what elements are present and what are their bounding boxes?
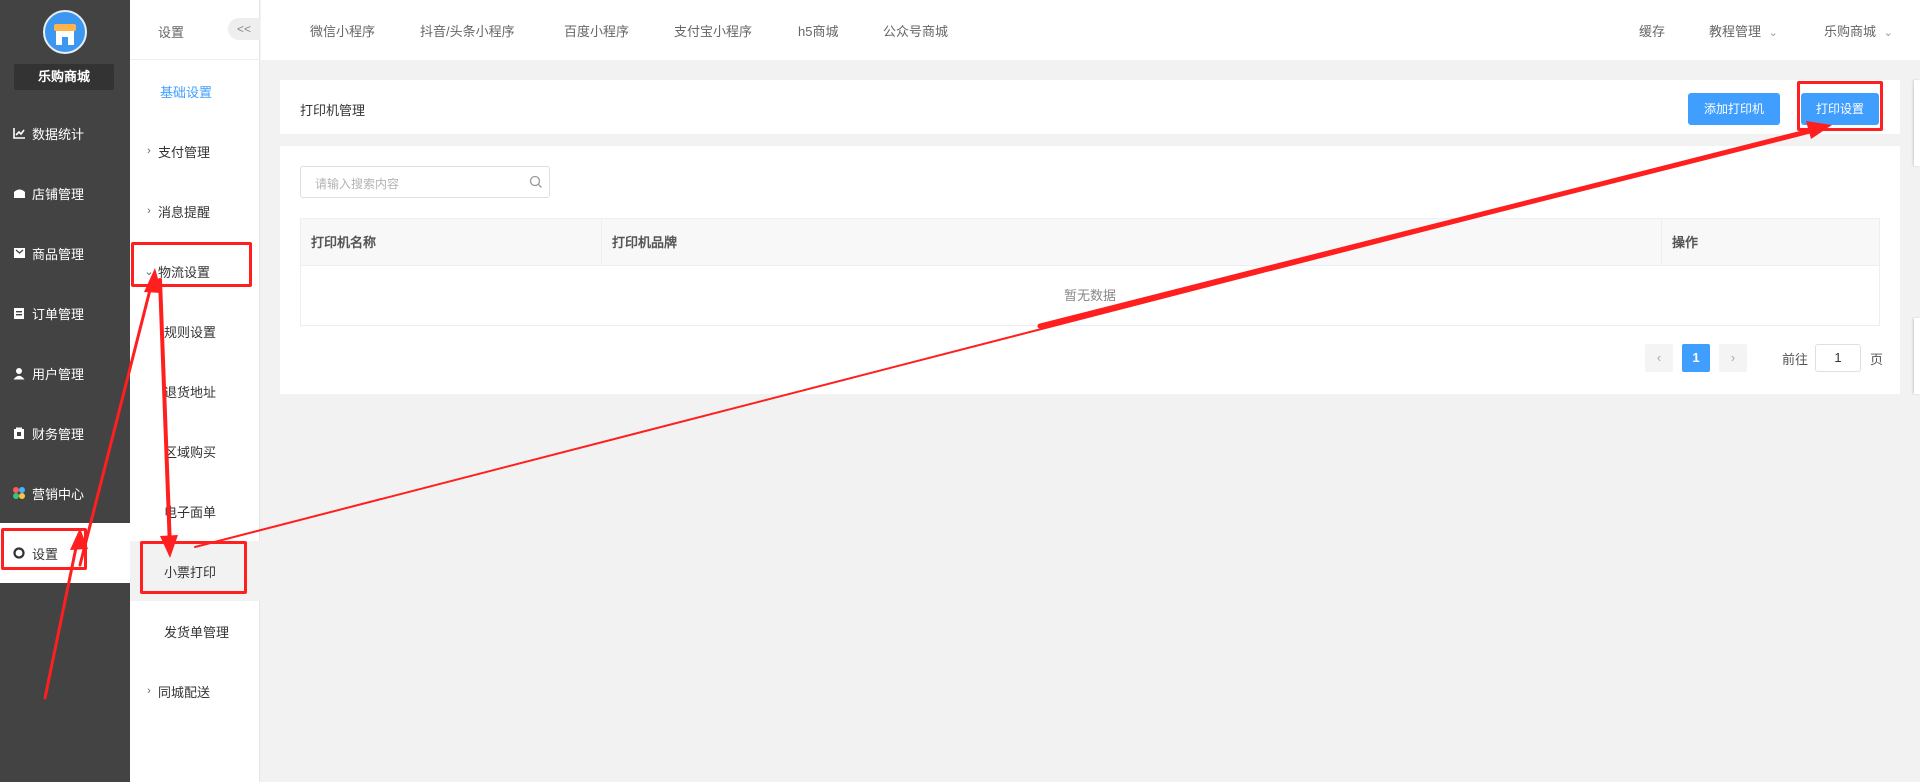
chevron-down-icon: ⌄ xyxy=(1768,27,1778,39)
nav-item-orders[interactable]: 订单管理 xyxy=(0,283,130,343)
submenu-item-label: 区域购买 xyxy=(164,444,217,460)
tab-baidu-miniprogram[interactable]: 百度小程序 xyxy=(564,21,629,40)
nav-item-label: 财务管理 xyxy=(32,426,85,442)
printer-list-panel: 请输入搜索内容 打印机名称 打印机品牌 操作 暂无数据 ‹ 1 › 前往 1 页 xyxy=(280,146,1900,394)
annotation-box-print-settings xyxy=(1797,81,1883,131)
goods-icon xyxy=(12,246,26,260)
finance-icon xyxy=(12,426,26,440)
user-icon xyxy=(12,366,26,380)
logo-area: 乐购商城 xyxy=(0,0,130,100)
shop-name[interactable]: 乐购商城 xyxy=(14,64,114,90)
add-printer-button[interactable]: 添加打印机 xyxy=(1688,93,1780,125)
store-icon xyxy=(12,186,26,200)
tab-official-account-mall[interactable]: 公众号商城 xyxy=(883,21,948,40)
nav-item-label: 订单管理 xyxy=(32,306,85,322)
right-edge-tab[interactable] xyxy=(1914,80,1920,166)
nav-item-data-stats[interactable]: 数据统计 xyxy=(0,103,130,163)
submenu-item-return-address[interactable]: 退货地址 xyxy=(130,361,260,421)
shop-menu-label: 乐购商城 xyxy=(1824,24,1877,39)
submenu-item-label: 发货单管理 xyxy=(164,624,230,640)
top-bar: 微信小程序 抖音/头条小程序 百度小程序 支付宝小程序 h5商城 公众号商城 缓… xyxy=(261,0,1920,60)
column-printer-name: 打印机名称 xyxy=(311,235,377,250)
tutorial-menu[interactable]: 教程管理 ⌄ xyxy=(1709,21,1778,40)
nav-item-finance[interactable]: 财务管理 xyxy=(0,403,130,463)
submenu-header: 设置 << xyxy=(130,0,260,60)
cache-link[interactable]: 缓存 xyxy=(1639,21,1665,40)
collapse-button[interactable]: << xyxy=(228,18,260,40)
goto-page-input[interactable]: 1 xyxy=(1815,344,1861,372)
tab-alipay-miniprogram[interactable]: 支付宝小程序 xyxy=(674,21,752,40)
chart-icon xyxy=(12,126,26,140)
nav-item-label: 营销中心 xyxy=(32,486,85,502)
tab-h5-mall[interactable]: h5商城 xyxy=(798,21,838,40)
tutorial-menu-label: 教程管理 xyxy=(1709,24,1762,39)
submenu-item-label: 消息提醒 xyxy=(158,204,211,220)
order-icon xyxy=(12,306,26,320)
column-printer-brand: 打印机品牌 xyxy=(601,219,1661,266)
submenu-item-basic-settings[interactable]: 基础设置 xyxy=(130,61,260,121)
empty-state: 暂无数据 xyxy=(1063,288,1116,303)
tab-wechat-miniprogram[interactable]: 微信小程序 xyxy=(310,21,375,40)
submenu-item-notifications[interactable]: › 消息提醒 xyxy=(130,181,260,241)
submenu-item-region-purchase[interactable]: 区域购买 xyxy=(130,421,260,481)
submenu-item-label: 电子面单 xyxy=(164,504,217,520)
search-placeholder: 请输入搜索内容 xyxy=(315,177,400,191)
chevron-down-icon: ⌄ xyxy=(1883,27,1893,39)
nav-item-label: 用户管理 xyxy=(32,366,85,382)
pagination-next-button[interactable]: › xyxy=(1719,344,1747,372)
nav-item-label: 商品管理 xyxy=(32,246,85,262)
shop-menu[interactable]: 乐购商城 ⌄ xyxy=(1824,21,1893,40)
nav-item-users[interactable]: 用户管理 xyxy=(0,343,130,403)
submenu-item-delivery-note[interactable]: 发货单管理 xyxy=(130,601,260,661)
nav-item-label: 店铺管理 xyxy=(32,186,85,202)
settings-submenu: 设置 << 基础设置 › 支付管理 › 消息提醒 ⌄ 物流设置 规则设置 退货地… xyxy=(130,0,260,782)
tab-douyin-miniprogram[interactable]: 抖音/头条小程序 xyxy=(420,21,515,40)
submenu-item-label: 基础设置 xyxy=(160,84,213,100)
submenu-item-payment[interactable]: › 支付管理 xyxy=(130,121,260,181)
search-input[interactable]: 请输入搜索内容 xyxy=(300,166,550,198)
nav-item-goods[interactable]: 商品管理 xyxy=(0,223,130,283)
column-actions: 操作 xyxy=(1661,219,1879,266)
main-sidebar: 乐购商城 数据统计 店铺管理 商品管理 订单管理 用户管理 财务管理 营销中心 … xyxy=(0,0,130,782)
table-header: 打印机名称 打印机品牌 操作 xyxy=(301,219,1879,266)
page-title: 打印机管理 xyxy=(300,103,366,118)
submenu-item-label: 退货地址 xyxy=(164,384,217,400)
nav-item-marketing[interactable]: 营销中心 xyxy=(0,463,130,523)
submenu-item-rules[interactable]: 规则设置 xyxy=(130,301,260,361)
nav-item-store[interactable]: 店铺管理 xyxy=(0,163,130,223)
chevron-right-icon: › xyxy=(147,685,151,697)
annotation-box-receipt-printing xyxy=(140,541,247,594)
page-suffix-label: 页 xyxy=(1870,352,1884,367)
printer-management-header: 打印机管理 添加打印机 打印设置 xyxy=(280,80,1900,134)
annotation-box-settings xyxy=(1,528,87,570)
annotation-box-logistics xyxy=(131,242,252,287)
goto-label: 前往 xyxy=(1782,352,1809,367)
printer-table: 打印机名称 打印机品牌 操作 暂无数据 xyxy=(300,218,1880,326)
submenu-title: 设置 xyxy=(158,25,185,40)
chevron-right-icon: › xyxy=(147,145,151,157)
pagination-prev-button[interactable]: ‹ xyxy=(1645,344,1673,372)
marketing-icon xyxy=(12,486,26,500)
shop-logo[interactable] xyxy=(43,10,87,54)
pagination-page-1[interactable]: 1 xyxy=(1682,344,1710,372)
submenu-item-label: 规则设置 xyxy=(164,324,217,340)
submenu-item-label: 同城配送 xyxy=(158,684,211,700)
submenu-item-e-waybill[interactable]: 电子面单 xyxy=(130,481,260,541)
submenu-item-label: 支付管理 xyxy=(158,144,211,160)
chevron-right-icon: › xyxy=(147,205,151,217)
right-edge-tab[interactable] xyxy=(1914,318,1920,394)
submenu-item-local-delivery[interactable]: › 同城配送 xyxy=(130,661,260,721)
search-icon[interactable] xyxy=(529,175,543,189)
nav-item-label: 数据统计 xyxy=(32,126,85,142)
